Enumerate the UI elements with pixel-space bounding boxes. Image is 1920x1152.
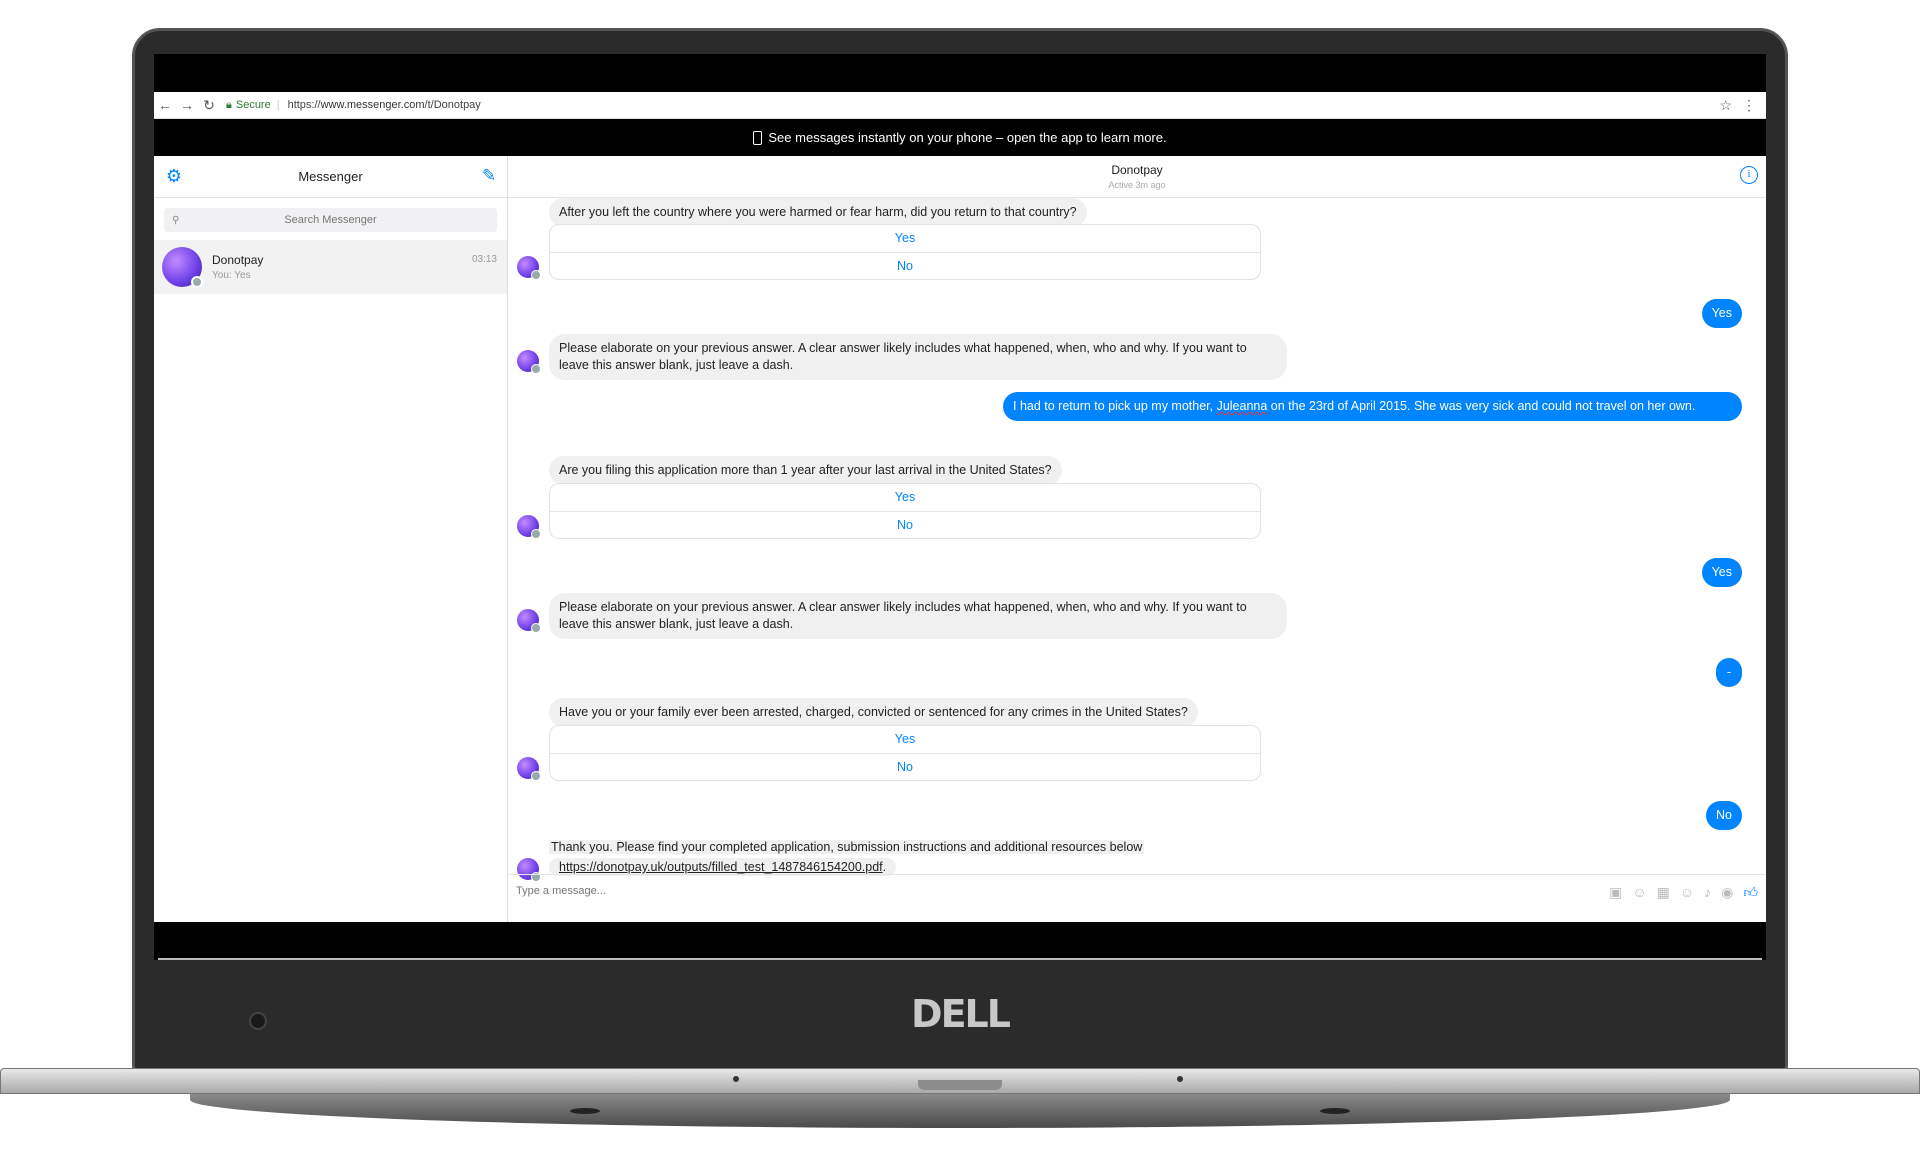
url-divider: |: [276, 99, 280, 111]
avatar: [517, 350, 541, 374]
webcam-icon: [249, 1012, 267, 1030]
forward-button[interactable]: →: [176, 97, 198, 113]
screen-edge: [158, 958, 1762, 960]
avatar: [517, 757, 541, 781]
incoming-message: Are you filing this application more tha…: [549, 456, 1062, 485]
outgoing-message: Yes: [1701, 558, 1742, 587]
conversation-snippet: You: Yes: [212, 270, 251, 281]
avatar: [517, 609, 541, 633]
dell-logo: DELL: [911, 992, 1011, 1036]
messenger-badge-icon: [191, 276, 203, 288]
browser-window: ← → ↻ 🔒︎ Secure | https://www.messenger.…: [154, 92, 1766, 922]
quick-reply-yes[interactable]: Yes: [550, 225, 1260, 252]
sidebar-title: Messenger: [298, 169, 363, 184]
misspelled-word: Juleanna: [1216, 399, 1268, 413]
back-button[interactable]: ←: [154, 97, 176, 113]
quick-reply-no[interactable]: No: [550, 252, 1260, 279]
conversation-name: Donotpay: [212, 253, 264, 267]
incoming-message: After you left the country where you wer…: [549, 198, 1087, 227]
chat-header: Donotpay Active 3m ago i: [508, 156, 1766, 198]
phone-icon: [753, 130, 763, 145]
outgoing-message: No: [1706, 801, 1742, 830]
outgoing-message: I had to return to pick up my mother, Ju…: [1003, 392, 1742, 421]
avatar: [162, 247, 203, 288]
url-field[interactable]: https://www.messenger.com/t/Donotpay: [288, 99, 481, 111]
lid-notch: [918, 1080, 1002, 1090]
incoming-message: Please elaborate on your previous answer…: [549, 334, 1287, 380]
quick-reply-no[interactable]: No: [550, 511, 1260, 538]
chat-title[interactable]: Donotpay: [508, 156, 1766, 177]
laptop-foot: [1320, 1108, 1350, 1114]
quick-reply-yes[interactable]: Yes: [550, 484, 1260, 511]
laptop-frame: ← → ↻ 🔒︎ Secure | https://www.messenger.…: [0, 0, 1920, 1152]
message-composer: ▣ ☺ ▦ ☺ ♪ ◉ 👍︎: [508, 874, 1766, 922]
url-host: www.messenger.com: [320, 99, 425, 111]
message-text: I had to return to pick up my mother,: [1013, 399, 1217, 413]
avatar: [517, 256, 541, 280]
outgoing-message: -: [1716, 658, 1742, 687]
url-path: /t/Donotpay: [424, 99, 481, 111]
composer-tools: ▣ ☺ ▦ ☺ ♪ ◉ 👍︎: [1609, 884, 1758, 901]
secure-indicator[interactable]: 🔒︎ Secure: [226, 99, 271, 112]
outgoing-message: Yes: [1701, 299, 1742, 328]
conversation-item-donotpay[interactable]: Donotpay You: Yes 03:13: [154, 240, 507, 294]
pdf-link[interactable]: https://donotpay.uk/outputs/filled_test_…: [559, 860, 883, 874]
search-icon: ⚲: [172, 214, 180, 226]
avatar: [517, 515, 541, 539]
camera-icon[interactable]: ◉: [1721, 884, 1733, 901]
incoming-message: Thank you. Please find your completed ap…: [549, 840, 1145, 854]
lock-icon: 🔒︎: [226, 98, 232, 111]
incoming-message: Have you or your family ever been arrest…: [549, 698, 1198, 727]
chat-status: Active 3m ago: [1108, 180, 1166, 190]
info-icon[interactable]: i: [1740, 166, 1758, 184]
bookmark-star-icon[interactable]: ☆: [1719, 97, 1732, 114]
address-bar: ← → ↻ 🔒︎ Secure | https://www.messenger.…: [154, 92, 1766, 119]
message-list[interactable]: After you left the country where you wer…: [508, 198, 1766, 882]
laptop-base: [0, 1068, 1920, 1130]
secure-label: Secure: [235, 99, 271, 111]
compose-icon[interactable]: ✎: [479, 166, 499, 186]
reload-button[interactable]: ↻: [198, 97, 220, 114]
banner-text: See messages instantly on your phone – o…: [768, 130, 1167, 145]
browser-menu-icon[interactable]: ⋮: [1742, 97, 1756, 114]
search-box: ⚲: [164, 208, 497, 232]
quick-replies: Yes No: [549, 725, 1261, 781]
link-period: .: [882, 860, 887, 874]
gear-icon[interactable]: ⚙: [164, 166, 184, 186]
url-scheme: https://: [287, 99, 321, 111]
emoji-sticker-icon[interactable]: ☺: [1632, 884, 1646, 901]
quick-reply-no[interactable]: No: [550, 753, 1260, 780]
emoji-icon[interactable]: ☺: [1680, 884, 1694, 901]
quick-replies: Yes No: [549, 483, 1261, 539]
laptop-foot: [570, 1108, 600, 1114]
base-bottom: [190, 1094, 1730, 1128]
gif-icon[interactable]: ▦: [1657, 884, 1670, 901]
incoming-message: Please elaborate on your previous answer…: [549, 593, 1287, 639]
sticker-icon[interactable]: ▣: [1609, 884, 1622, 901]
search-input[interactable]: [164, 214, 497, 226]
thumbs-up-icon[interactable]: 👍︎: [1743, 884, 1758, 901]
message-text: on the 23rd of April 2015. She was very …: [1267, 399, 1696, 413]
hinge-dot: [733, 1076, 739, 1082]
microphone-icon[interactable]: ♪: [1704, 884, 1711, 901]
sidebar-header: ⚙ Messenger ✎: [154, 156, 507, 198]
quick-replies: Yes No: [549, 224, 1261, 280]
conversation-time: 03:13: [471, 254, 497, 265]
message-input[interactable]: [516, 885, 916, 897]
quick-reply-yes[interactable]: Yes: [550, 726, 1260, 753]
hinge-dot: [1177, 1076, 1183, 1082]
app-promo-banner[interactable]: See messages instantly on your phone – o…: [154, 119, 1766, 156]
conversation-sidebar: ⚙ Messenger ✎ ⚲ Donotpay You: Yes 03:13: [154, 156, 508, 922]
chat-panel: Donotpay Active 3m ago i After you left …: [508, 156, 1766, 922]
